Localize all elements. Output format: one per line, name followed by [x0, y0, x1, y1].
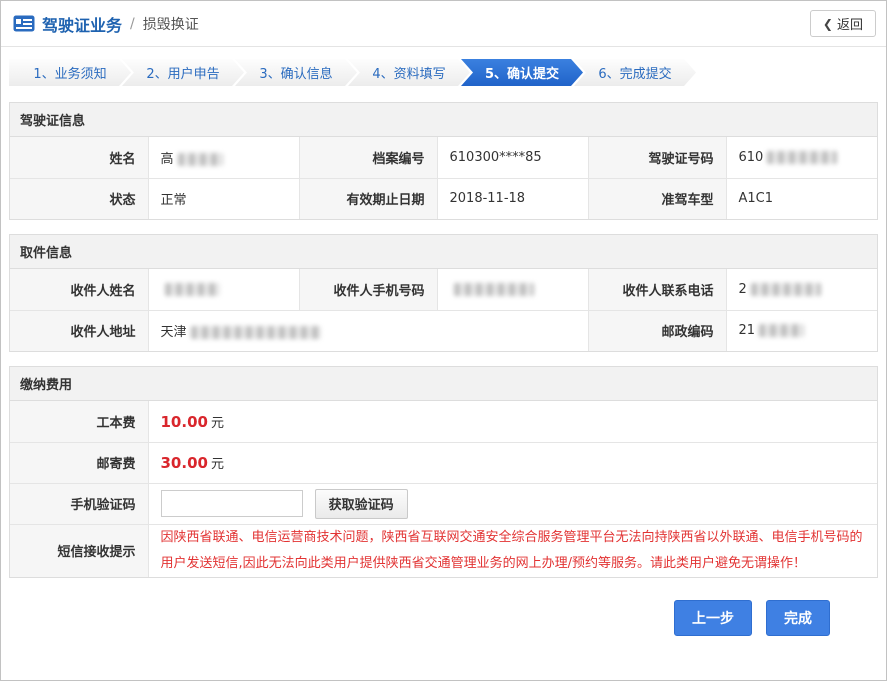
section-license-info: 驾驶证信息 姓名 高 档案编号 610300****85 驾驶证号码 610 状…: [9, 102, 878, 220]
table-row: 状态 正常 有效期止日期 2018-11-18 准驾车型 A1C1: [10, 178, 877, 219]
recipient-mobile-value: [437, 269, 588, 310]
redacted-blur: [178, 153, 223, 166]
step-wizard: 1、业务须知 2、用户申告 3、确认信息 4、资料填写 5、确认提交 6、完成提…: [9, 59, 878, 86]
file-number-label: 档案编号: [299, 137, 437, 178]
sms-code-cell: 获取验证码: [148, 483, 877, 524]
sms-code-input[interactable]: [161, 490, 303, 517]
page-title: 驾驶证业务: [42, 12, 122, 36]
redacted-blur: [759, 324, 804, 337]
recipient-address-label: 收件人地址: [10, 310, 148, 351]
sms-code-label: 手机验证码: [10, 483, 148, 524]
section-fees-title: 缴纳费用: [10, 367, 877, 401]
topbar: 驾驶证业务 / 损毁换证 ❮ 返回: [1, 1, 886, 47]
postal-code-label: 邮政编码: [588, 310, 726, 351]
step-label: 6、完成提交: [598, 63, 671, 82]
recipient-phone-label: 收件人联系电话: [588, 269, 726, 310]
redacted-blur: [191, 326, 321, 339]
section-fees: 缴纳费用 工本费 10.00元 邮寄费 30.00元 手机验证码 获取验证码: [9, 366, 878, 578]
table-row: 邮寄费 30.00元: [10, 442, 877, 483]
get-sms-code-button[interactable]: 获取验证码: [315, 489, 408, 519]
production-fee-value: 10.00元: [148, 401, 877, 442]
name-value: 高: [148, 137, 299, 178]
title-separator: /: [130, 16, 135, 32]
footer-actions: 上一步 完成: [1, 592, 886, 636]
table-row: 收件人地址 天津 邮政编码 21: [10, 310, 877, 351]
finish-button[interactable]: 完成: [766, 600, 830, 636]
sms-notice-text: 因陕西省联通、电信运营商技术问题，陕西省互联网交通安全综合服务管理平台无法向持陕…: [161, 530, 863, 571]
status-label: 状态: [10, 178, 148, 219]
vehicle-class-value: A1C1: [726, 178, 877, 219]
redacted-blur: [454, 283, 534, 296]
step-label: 2、用户申告: [146, 63, 219, 82]
step-1-business-notice: 1、业务须知: [9, 59, 131, 86]
file-number-value: 610300****85: [437, 137, 588, 178]
license-card-icon: [13, 15, 35, 32]
step-label: 5、确认提交: [485, 63, 559, 82]
table-row: 姓名 高 档案编号 610300****85 驾驶证号码 610: [10, 137, 877, 178]
recipient-phone-value: 2: [726, 269, 877, 310]
step-5-confirm-submit: 5、确认提交: [461, 59, 583, 86]
mailing-fee-value: 30.00元: [148, 442, 877, 483]
step-label: 1、业务须知: [33, 63, 106, 82]
page: 驾驶证业务 / 损毁换证 ❮ 返回 1、业务须知 2、用户申告 3、确认信息 4…: [0, 0, 887, 681]
previous-step-button[interactable]: 上一步: [674, 600, 752, 636]
title-area: 驾驶证业务 / 损毁换证: [13, 12, 199, 36]
section-pickup-title: 取件信息: [10, 235, 877, 269]
back-button[interactable]: ❮ 返回: [810, 10, 876, 37]
mailing-fee-amount: 30.00: [161, 454, 208, 472]
sms-notice-label: 短信接收提示: [10, 524, 148, 577]
name-label: 姓名: [10, 137, 148, 178]
table-row: 工本费 10.00元: [10, 401, 877, 442]
fees-table: 工本费 10.00元 邮寄费 30.00元 手机验证码 获取验证码 短信接收提: [10, 401, 877, 577]
page-subtitle: 损毁换证: [143, 14, 199, 34]
back-chevron-icon: ❮: [823, 17, 833, 31]
expiry-date-label: 有效期止日期: [299, 178, 437, 219]
production-fee-label: 工本费: [10, 401, 148, 442]
step-label: 3、确认信息: [259, 63, 332, 82]
mailing-fee-label: 邮寄费: [10, 442, 148, 483]
recipient-name-label: 收件人姓名: [10, 269, 148, 310]
expiry-date-value: 2018-11-18: [437, 178, 588, 219]
recipient-mobile-label: 收件人手机号码: [299, 269, 437, 310]
step-3-confirm-info: 3、确认信息: [235, 59, 357, 86]
recipient-name-value: [148, 269, 299, 310]
step-6-complete-submit: 6、完成提交: [574, 59, 696, 86]
production-fee-unit: 元: [211, 416, 224, 431]
license-number-label: 驾驶证号码: [588, 137, 726, 178]
production-fee-amount: 10.00: [161, 413, 208, 431]
redacted-blur: [165, 283, 220, 296]
license-number-value: 610: [726, 137, 877, 178]
redacted-blur: [751, 283, 821, 296]
step-2-user-declaration: 2、用户申告: [122, 59, 244, 86]
pickup-info-table: 收件人姓名 收件人手机号码 收件人联系电话 2 收件人地址 天津 邮政编码 21: [10, 269, 877, 351]
redacted-blur: [767, 151, 837, 164]
table-row: 收件人姓名 收件人手机号码 收件人联系电话 2: [10, 269, 877, 310]
step-label: 4、资料填写: [372, 63, 445, 82]
mailing-fee-unit: 元: [211, 457, 224, 472]
recipient-address-value: 天津: [148, 310, 588, 351]
status-value: 正常: [148, 178, 299, 219]
table-row: 短信接收提示 因陕西省联通、电信运营商技术问题，陕西省互联网交通安全综合服务管理…: [10, 524, 877, 577]
back-button-label: 返回: [837, 14, 863, 33]
vehicle-class-label: 准驾车型: [588, 178, 726, 219]
license-info-table: 姓名 高 档案编号 610300****85 驾驶证号码 610 状态 正常 有…: [10, 137, 877, 219]
section-license-title: 驾驶证信息: [10, 103, 877, 137]
step-4-fill-data: 4、资料填写: [348, 59, 470, 86]
sms-notice-cell: 因陕西省联通、电信运营商技术问题，陕西省互联网交通安全综合服务管理平台无法向持陕…: [148, 524, 877, 577]
postal-code-value: 21: [726, 310, 877, 351]
section-pickup-info: 取件信息 收件人姓名 收件人手机号码 收件人联系电话 2 收件人地址 天津 邮政…: [9, 234, 878, 352]
table-row: 手机验证码 获取验证码: [10, 483, 877, 524]
